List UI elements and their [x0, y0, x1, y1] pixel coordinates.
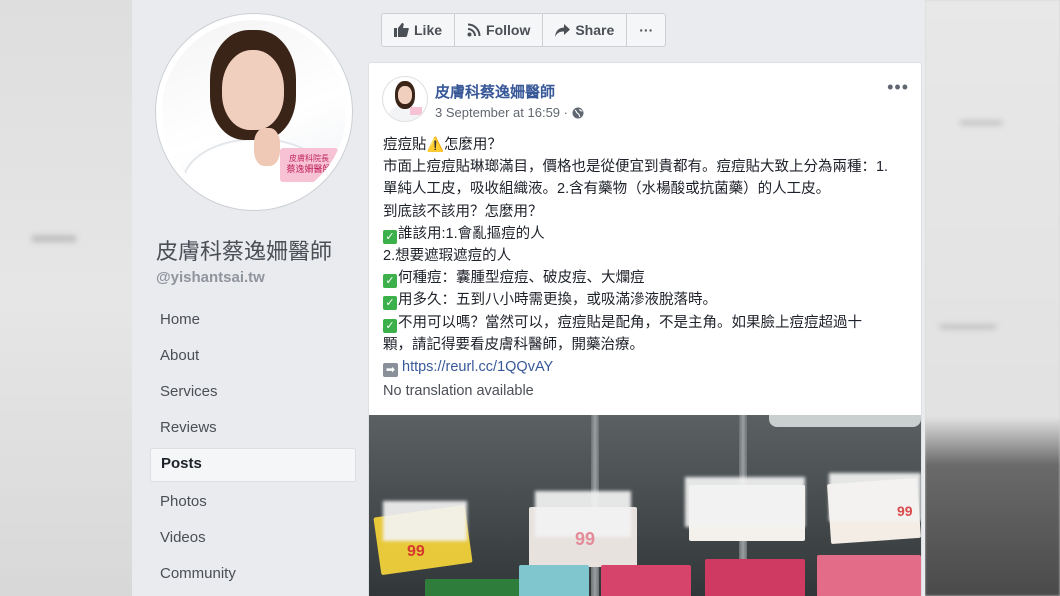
page-handle[interactable]: @yishantsai.tw	[156, 269, 265, 286]
post-line: ✓ 不用可以嗎？當然可以，痘痘貼是配角，不是主角。如果臉上痘痘超過十	[383, 312, 913, 334]
post-author-name[interactable]: 皮膚科蔡逸姍醫師	[435, 81, 555, 102]
post-line-text: 怎麼用？	[443, 137, 502, 153]
blurred-backdrop-text: ▬▬▬▬	[940, 316, 996, 332]
post-text: 痘痘貼⚠️怎麼用？ 市面上痘痘貼琳瑯滿目，價格也是從便宜到貴都有。痘痘貼大致上分…	[383, 133, 913, 378]
blurred-label	[685, 477, 805, 527]
post-line-text: 不用可以嗎？當然可以，痘痘貼是配角，不是主角。如果臉上痘痘超過十	[398, 314, 862, 331]
post-line: ➡ https://reurl.cc/1QQvAY	[383, 356, 913, 378]
product-box	[519, 565, 589, 596]
page-action-bar: Like Follow Share ···	[381, 13, 667, 47]
product-box	[705, 559, 805, 596]
like-label: Like	[414, 22, 443, 38]
follow-button[interactable]: Follow	[455, 14, 544, 46]
follow-label: Follow	[486, 22, 531, 38]
post-card: 皮膚科蔡逸姍醫師 3 September at 16:59 · ••• 痘痘貼⚠…	[368, 62, 922, 596]
post-line-text: 用多久：五到八小時需更換，或吸滿滲液脫落時。	[398, 292, 717, 309]
warning-icon: ⚠️	[426, 136, 444, 152]
product-box	[817, 555, 921, 596]
nav-item-posts[interactable]: Posts	[150, 448, 356, 482]
share-button[interactable]: Share	[543, 14, 628, 46]
nav-item-community[interactable]: Community	[150, 558, 356, 590]
share-label: Share	[575, 22, 615, 38]
ceiling-light	[769, 415, 921, 427]
profile-picture[interactable]: 皮膚科院長 蔡逸姍醫師	[162, 20, 346, 204]
post-photo[interactable]: 99 99 99	[369, 415, 921, 596]
globe-icon	[572, 107, 584, 118]
avatar-face-small	[398, 86, 412, 104]
check-mark-icon: ✓	[383, 229, 397, 244]
rss-follow-icon	[467, 23, 481, 37]
like-button[interactable]: Like	[382, 14, 456, 46]
post-line: 2.想要遮瑕遮痘的人	[383, 248, 512, 265]
post-line: 市面上痘痘貼琳瑯滿目，價格也是從便宜到貴都有。痘痘貼大致上分為兩種：1.	[383, 159, 889, 176]
page-name: 皮膚科蔡逸姍醫師	[156, 239, 333, 264]
facebook-page-frame: 皮膚科院長 蔡逸姍醫師 皮膚科蔡逸姍醫師 @yishantsai.tw Home…	[132, 0, 925, 596]
check-mark-icon: ✓	[383, 296, 397, 311]
post-timestamp[interactable]: 3 September at 16:59 ·	[435, 105, 584, 120]
right-arrow-icon: ➡	[383, 363, 398, 378]
post-line-text: 何種痘：囊腫型痘痘、破皮痘、大爛痘	[398, 270, 645, 287]
post-line: 痘痘貼⚠️怎麼用？	[383, 133, 913, 156]
post-line: ✓ 誰該用:1.會亂摳痘的人	[383, 223, 913, 245]
check-mark-icon: ✓	[383, 274, 397, 289]
product-box	[601, 565, 691, 596]
page-nav: Home About Services Reviews Posts Photos…	[150, 304, 356, 594]
avatar-hand	[254, 128, 280, 166]
nav-item-services[interactable]: Services	[150, 376, 356, 408]
post-line: 單純人工皮，吸收組織液。2.含有藥物（水楊酸或抗菌藥）的人工皮。	[383, 181, 831, 198]
blurred-label	[383, 501, 467, 541]
post-link[interactable]: https://reurl.cc/1QQvAY	[402, 359, 553, 375]
more-options-label: ···	[639, 22, 654, 38]
nav-item-photos[interactable]: Photos	[150, 486, 356, 518]
more-options-button[interactable]: ···	[627, 14, 665, 46]
post-line: ✓ 用多久：五到八小時需更換，或吸滿滲液脫落時。	[383, 289, 913, 311]
left-column: 皮膚科院長 蔡逸姍醫師 皮膚科蔡逸姍醫師 @yishantsai.tw Home…	[132, 0, 364, 596]
share-arrow-icon	[555, 23, 571, 37]
backdrop-right	[925, 0, 1060, 596]
nav-item-videos[interactable]: Videos	[150, 522, 356, 554]
avatar-name-badge: 皮膚科院長 蔡逸姍醫師	[280, 148, 338, 182]
badge-line-1: 皮膚科院長	[289, 154, 329, 163]
nav-item-home[interactable]: Home	[150, 304, 356, 336]
backdrop-left	[0, 0, 132, 596]
post-timestamp-text: 3 September at 16:59 ·	[435, 105, 568, 120]
blurred-backdrop-text: ▬▬	[32, 222, 76, 247]
post-line: ✓ 何種痘：囊腫型痘痘、破皮痘、大爛痘	[383, 267, 913, 289]
badge-line-2: 蔡逸姍醫師	[286, 164, 332, 174]
post-line: 顆，請記得要看皮膚科醫師，開藥治療。	[383, 336, 644, 353]
thumbs-up-icon	[394, 23, 409, 37]
check-mark-icon: ✓	[383, 318, 397, 333]
post-options-button[interactable]: •••	[887, 77, 909, 98]
translation-note: No translation available	[383, 383, 534, 399]
post-line: 到底該不該用？怎麼用？	[383, 203, 543, 220]
post-line-text: 誰該用:1.會亂摳痘的人	[398, 225, 545, 242]
avatar-face	[222, 50, 284, 130]
blurred-backdrop-text: ▬▬▬	[960, 112, 1002, 128]
nav-item-reviews[interactable]: Reviews	[150, 412, 356, 444]
price-text: 99	[575, 529, 596, 549]
price-text: 99	[897, 503, 913, 519]
price-text: 99	[407, 543, 425, 560]
post-author-avatar[interactable]	[383, 77, 427, 121]
post-line-text: 痘痘貼	[383, 137, 427, 153]
avatar-badge-small	[410, 107, 422, 115]
nav-item-about[interactable]: About	[150, 340, 356, 372]
